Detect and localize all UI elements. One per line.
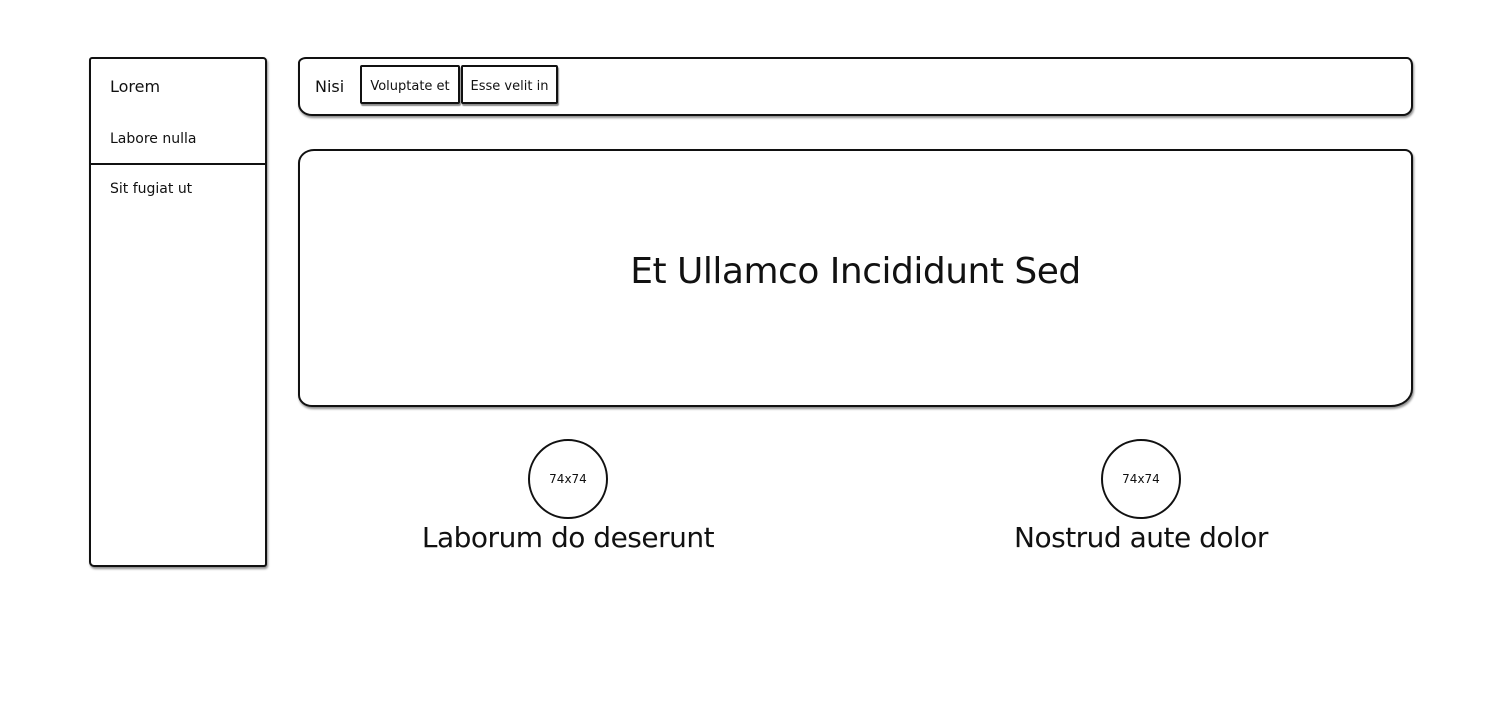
navbar-brand[interactable]: Nisi: [315, 77, 344, 96]
sidebar-divider: [91, 163, 265, 165]
sidebar-item-labore-nulla[interactable]: Labore nulla: [110, 131, 196, 147]
sidebar: Lorem Labore nulla Sit fugiat ut: [89, 57, 267, 567]
tab-esse-velit-in[interactable]: Esse velit in: [461, 65, 558, 104]
sidebar-item-sit-fugiat-ut[interactable]: Sit fugiat ut: [110, 181, 192, 197]
hero-title: Et Ullamco Incididunt Sed: [630, 251, 1081, 292]
tab-voluptate-et[interactable]: Voluptate et: [360, 65, 460, 104]
feature-item: 74x74 Laborum do deserunt: [408, 439, 728, 554]
hero-banner: Et Ullamco Incididunt Sed: [298, 149, 1413, 407]
feature-label: Laborum do deserunt: [421, 521, 715, 554]
top-navbar: Nisi Voluptate et Esse velit in: [298, 57, 1413, 116]
sidebar-title: Lorem: [110, 77, 161, 96]
feature-item: 74x74 Nostrud aute dolor: [981, 439, 1301, 554]
page: Lorem Labore nulla Sit fugiat ut Nisi Vo…: [0, 0, 1500, 720]
feature-label: Nostrud aute dolor: [1014, 521, 1268, 554]
avatar-placeholder: 74x74: [1101, 439, 1181, 519]
avatar-placeholder: 74x74: [528, 439, 608, 519]
